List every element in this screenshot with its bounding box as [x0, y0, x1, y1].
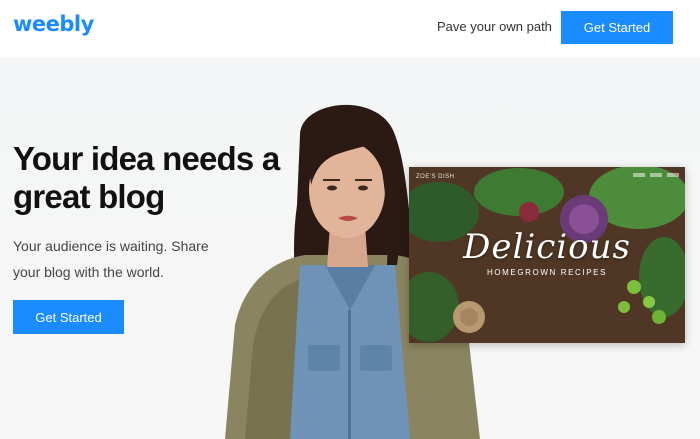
blog-preview-card: ZOE'S DISH Delicious HOMEGROWN RECIPES	[409, 167, 685, 343]
preview-site-name: ZOE'S DISH	[416, 174, 455, 180]
weebly-logo[interactable]: weebly	[13, 12, 94, 36]
hero-subtitle: Your audience is waiting. Share your blo…	[13, 238, 209, 280]
preview-title: Delicious	[463, 227, 631, 267]
hero-get-started-button[interactable]: Get Started	[13, 300, 124, 334]
preview-nav-item	[650, 173, 662, 177]
preview-nav-item	[633, 173, 645, 177]
header-get-started-button[interactable]: Get Started	[561, 11, 673, 44]
landing-page: weebly Pave your own path Get Started Yo…	[0, 0, 700, 439]
preview-nav-item	[667, 173, 679, 177]
preview-subtitle: HOMEGROWN RECIPES	[486, 268, 608, 277]
preview-nav	[633, 173, 679, 177]
pave-your-own-path-link[interactable]: Pave your own path	[437, 19, 552, 34]
top-header: weebly Pave your own path Get Started	[0, 0, 700, 56]
